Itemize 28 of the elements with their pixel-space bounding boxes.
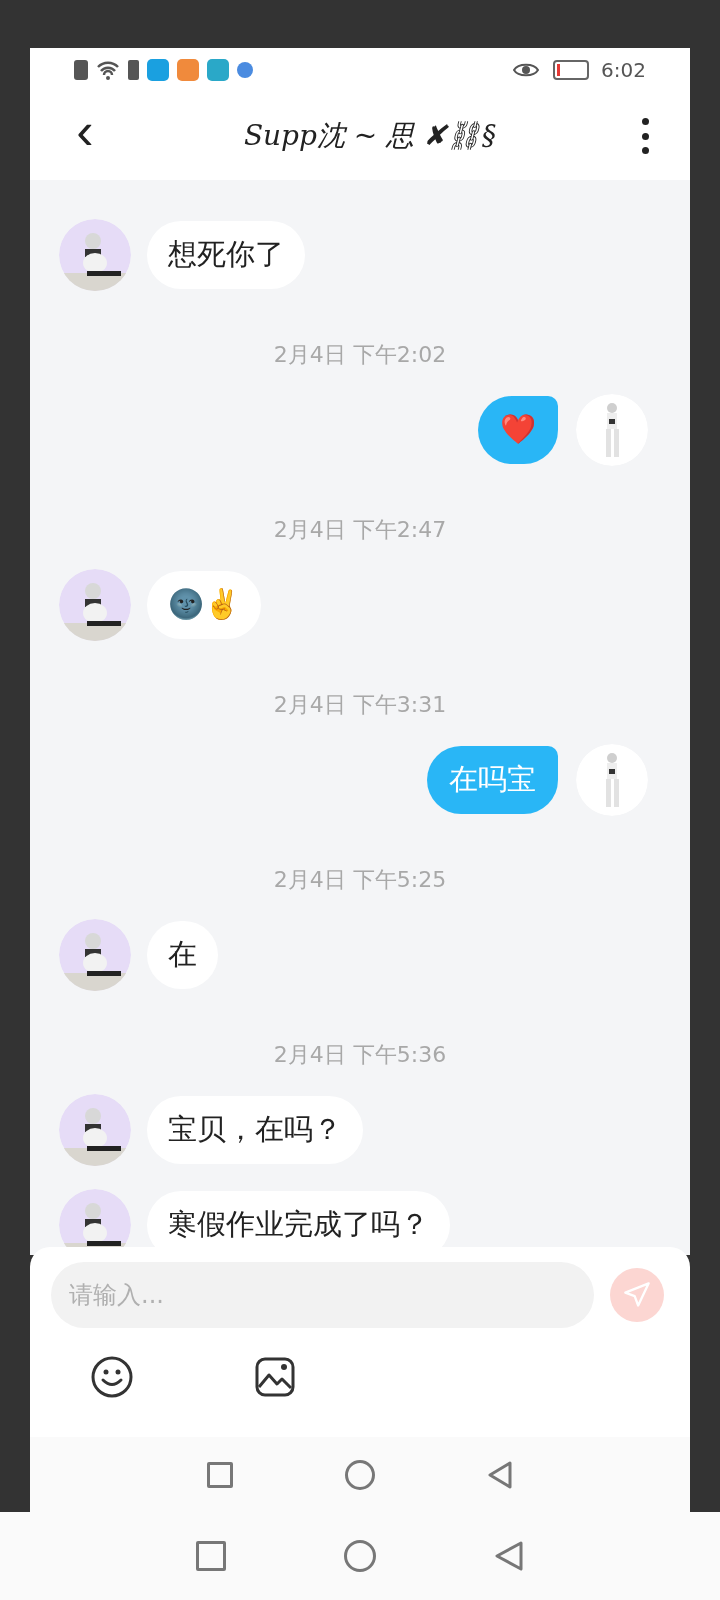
paper-plane-icon [623, 1281, 651, 1309]
recents-button[interactable] [207, 1461, 233, 1488]
timestamp: 2月4日 下午2:02 [273, 343, 447, 367]
message-bubble: ❤ [478, 396, 558, 464]
back-nav-icon[interactable] [487, 1459, 513, 1490]
message-bubble: 在吗宝 [427, 746, 558, 814]
timestamp: 2月4日 下午5:25 [273, 868, 447, 892]
recents-button[interactable] [196, 1541, 226, 1571]
timestamp: 2月4日 下午5:36 [273, 1043, 447, 1067]
timestamp: 2月4日 下午3:31 [273, 693, 447, 717]
message-bubble: 🌚✌ [147, 571, 261, 639]
clock-time: 6:02 [601, 57, 646, 84]
back-button[interactable]: ‹ [70, 105, 100, 157]
back-nav-icon[interactable] [494, 1540, 524, 1572]
wifi-icon [96, 60, 120, 80]
chat-title: Supp沈 ~ 思 ✘⛓§ [242, 118, 498, 154]
message-bubble: 在 [147, 921, 218, 989]
eye-icon [513, 61, 540, 79]
timestamp: 2月4日 下午2:47 [273, 518, 447, 542]
emoji-icon[interactable] [91, 1356, 133, 1398]
message-bubble: 想死你了 [147, 221, 305, 289]
home-button[interactable] [345, 1459, 375, 1490]
image-icon[interactable] [255, 1357, 295, 1397]
battery-icon [553, 60, 590, 80]
home-button[interactable] [344, 1540, 376, 1572]
message-bubble: 宝贝，在吗？ [147, 1096, 363, 1164]
message-input[interactable]: 请输入... [51, 1262, 594, 1328]
more-button[interactable] [640, 118, 650, 154]
